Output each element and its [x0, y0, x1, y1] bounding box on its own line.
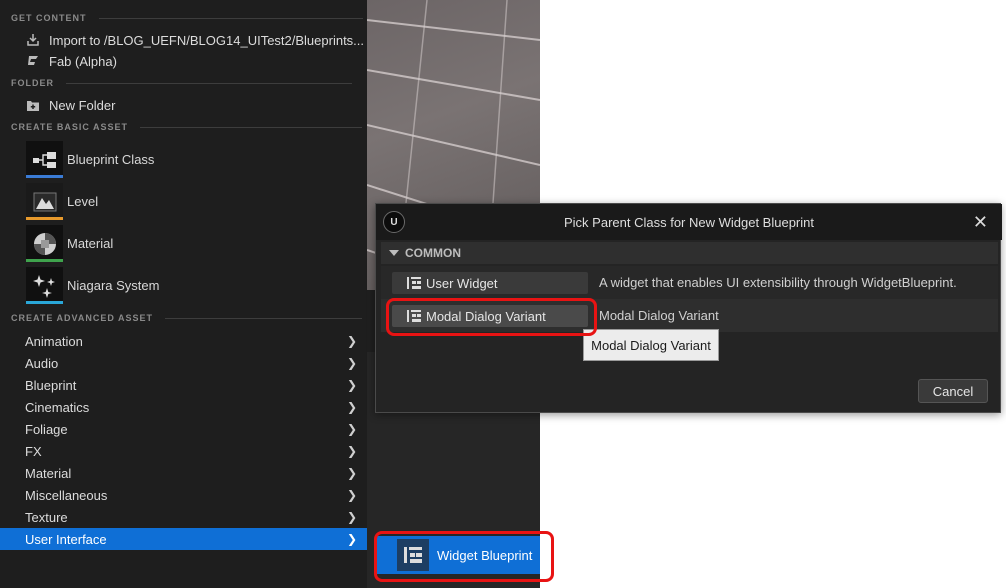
- new-folder-item[interactable]: New Folder: [25, 97, 115, 113]
- fab-icon: [25, 53, 41, 69]
- adv-item-label: User Interface: [25, 531, 107, 547]
- adv-item-label: FX: [25, 443, 42, 459]
- adv-item-foliage[interactable]: Foliage ❯: [0, 418, 367, 440]
- basic-asset-label: Blueprint Class: [67, 152, 155, 167]
- blueprint-class-icon: [26, 141, 63, 178]
- adv-item-label: Audio: [25, 355, 59, 371]
- section-get-content: GET CONTENT: [11, 13, 363, 23]
- asset-color-bar: [26, 259, 63, 262]
- chevron-right-icon: ❯: [346, 510, 357, 524]
- category-label: COMMON: [405, 246, 461, 260]
- chevron-right-icon: ❯: [346, 422, 357, 436]
- user-widget-button[interactable]: User Widget: [392, 272, 588, 294]
- class-name: User Widget: [426, 275, 498, 291]
- adv-item-label: Foliage: [25, 421, 68, 437]
- divider: [98, 17, 363, 19]
- chevron-right-icon: ❯: [346, 466, 357, 480]
- basic-asset-label: Material: [67, 236, 114, 251]
- close-icon[interactable]: ✕: [973, 212, 988, 233]
- divider: [140, 126, 363, 128]
- dialog-title: Pick Parent Class for New Widget Bluepri…: [564, 214, 814, 230]
- adv-item-label: Blueprint: [25, 377, 77, 393]
- adv-item-cinematics[interactable]: Cinematics ❯: [0, 396, 367, 418]
- chevron-right-icon: ❯: [346, 444, 357, 458]
- dialog-title-bar: U Pick Parent Class for New Widget Bluep…: [376, 204, 1002, 240]
- asset-color-bar: [26, 175, 63, 178]
- basic-asset-label: Niagara System: [67, 278, 160, 293]
- new-folder-label: New Folder: [49, 97, 116, 113]
- section-label: GET CONTENT: [11, 13, 87, 23]
- basic-level[interactable]: Level: [26, 183, 98, 220]
- tooltip-text: Modal Dialog Variant: [591, 337, 711, 353]
- class-row[interactable]: User Widget A widget that enables UI ext…: [381, 266, 998, 299]
- highlight-box: [374, 531, 554, 582]
- fab-item[interactable]: Fab (Alpha): [25, 53, 117, 69]
- section-label: CREATE ADVANCED ASSET: [11, 313, 154, 323]
- level-icon: [26, 183, 63, 220]
- chevron-right-icon: ❯: [346, 488, 357, 502]
- basic-material[interactable]: Material: [26, 225, 113, 262]
- chevron-right-icon: ❯: [346, 356, 357, 370]
- category-header[interactable]: COMMON: [381, 242, 998, 264]
- class-description: Modal Dialog Variant: [599, 308, 719, 323]
- new-folder-icon: [25, 97, 41, 113]
- fab-label: Fab (Alpha): [49, 53, 117, 69]
- adv-item-animation[interactable]: Animation ❯: [0, 330, 367, 352]
- divider: [165, 317, 363, 319]
- niagara-system-icon: [26, 267, 63, 304]
- adv-item-fx[interactable]: FX ❯: [0, 440, 367, 462]
- adv-item-material[interactable]: Material ❯: [0, 462, 367, 484]
- widget-class-icon: [407, 277, 421, 289]
- chevron-right-icon: ❯: [346, 532, 357, 546]
- class-description: A widget that enables UI extensibility t…: [599, 275, 957, 290]
- import-icon: [25, 32, 41, 48]
- adv-item-label: Texture: [25, 509, 68, 525]
- chevron-right-icon: ❯: [346, 378, 357, 392]
- context-menu: GET CONTENT Import to /BLOG_UEFN/BLOG14_…: [0, 0, 367, 588]
- section-basic: CREATE BASIC ASSET: [11, 122, 363, 132]
- section-label: CREATE BASIC ASSET: [11, 122, 129, 132]
- adv-item-user-interface[interactable]: User Interface ❯: [0, 528, 367, 550]
- chevron-right-icon: ❯: [346, 334, 357, 348]
- asset-color-bar: [26, 217, 63, 220]
- basic-blueprint-class[interactable]: Blueprint Class: [26, 141, 154, 178]
- basic-asset-label: Level: [67, 194, 99, 209]
- section-folder: FOLDER: [11, 78, 352, 88]
- cancel-label: Cancel: [932, 383, 974, 399]
- import-label: Import to /BLOG_UEFN/BLOG14_UITest2/Blue…: [49, 32, 365, 48]
- highlight-box: [386, 298, 597, 336]
- section-label: FOLDER: [11, 78, 54, 88]
- section-advanced: CREATE ADVANCED ASSET: [11, 313, 363, 323]
- adv-item-label: Material: [25, 465, 72, 481]
- adv-item-miscellaneous[interactable]: Miscellaneous ❯: [0, 484, 367, 506]
- expand-arrow-icon: [389, 250, 399, 256]
- asset-color-bar: [26, 301, 63, 304]
- chevron-right-icon: ❯: [346, 400, 357, 414]
- material-icon: [26, 225, 63, 262]
- adv-item-label: Cinematics: [25, 399, 90, 415]
- adv-item-blueprint[interactable]: Blueprint ❯: [0, 374, 367, 396]
- adv-item-texture[interactable]: Texture ❯: [0, 506, 367, 528]
- divider: [66, 82, 352, 84]
- cancel-button[interactable]: Cancel: [918, 379, 988, 403]
- adv-item-label: Miscellaneous: [25, 487, 108, 503]
- unreal-logo-icon: U: [383, 211, 405, 233]
- import-item[interactable]: Import to /BLOG_UEFN/BLOG14_UITest2/Blue…: [25, 32, 364, 48]
- adv-item-audio[interactable]: Audio ❯: [0, 352, 367, 374]
- tooltip: Modal Dialog Variant: [583, 329, 719, 361]
- basic-niagara-system[interactable]: Niagara System: [26, 267, 159, 304]
- adv-item-label: Animation: [25, 333, 83, 349]
